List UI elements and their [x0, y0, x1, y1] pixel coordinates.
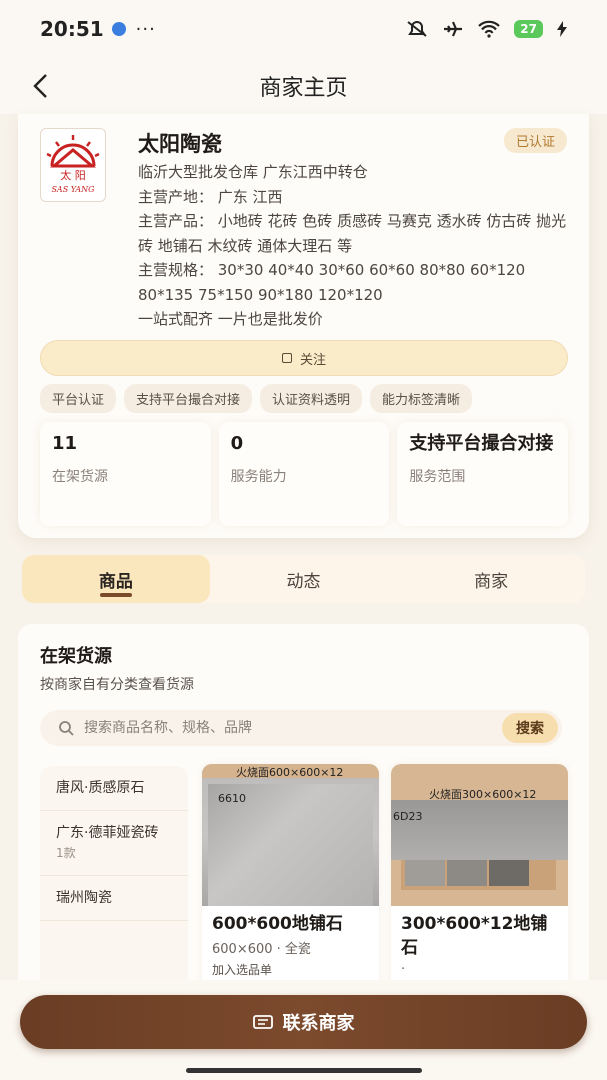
stat-label: 在架货源 — [52, 469, 108, 485]
section-subtitle: 按商家自有分类查看货源 — [40, 677, 194, 693]
merchant-stats: 11 在架货源 0 服务能力 支持平台撮合对接 服务范围 — [40, 422, 569, 526]
product-title: 300*600*12地铺石 — [401, 914, 548, 958]
stat-label: 服务范围 — [409, 469, 466, 485]
contact-label: 联系商家 — [282, 1013, 355, 1034]
stat-listings: 11 在架货源 — [40, 422, 211, 526]
merchant-logo: 太 阳 SAS YANG — [40, 128, 106, 202]
category-count: 1款 — [56, 846, 76, 860]
category-name: 瑞州陶瓷 — [56, 890, 112, 906]
tab-products[interactable]: 商品 — [22, 555, 210, 603]
silent-mode-icon — [407, 21, 427, 37]
info-line-specs: 主营规格： 30*30 40*40 30*60 60*60 80*80 60*1… — [138, 261, 526, 304]
info-line: 临沂大型批发仓库 广东江西中转仓 — [138, 163, 368, 181]
category-name: 广东·德菲娅瓷砖 — [56, 825, 159, 841]
follow-button[interactable]: 关注 — [40, 340, 568, 376]
contact-card-icon — [252, 1015, 273, 1029]
store-name: 太阳陶瓷 — [138, 132, 222, 156]
info-line-slogan: 一站式配齐 一片也是批发价 — [138, 310, 323, 328]
category-item[interactable]: 唐风·质感原石 — [40, 766, 188, 811]
tab-label: 商家 — [474, 571, 509, 592]
info-line-origin: 主营产地： 广东 江西 — [138, 187, 283, 206]
product-card[interactable]: 火烧面600×600×12 6610 600*600地铺石 600×600 · … — [202, 764, 379, 996]
tab-active-indicator — [99, 593, 132, 597]
info-line-products: 主营产品： 小地砖 花砖 色砖 质感砖 马赛克 透水砖 仿古砖 抛光砖 地铺石 … — [138, 212, 567, 255]
stat-service-capability: 0 服务能力 — [218, 422, 390, 526]
category-item[interactable]: 瑞州陶瓷 — [40, 876, 188, 921]
tab-updates[interactable]: 动态 — [210, 555, 398, 603]
add-to-selection-button[interactable]: 加入选品单 — [202, 959, 379, 980]
tab-merchant[interactable]: 商家 — [397, 555, 585, 603]
merchant-card: 太 阳 SAS YANG 太阳陶瓷 已认证 临沂大型批发仓库 广东江西中转仓 主… — [18, 114, 589, 538]
back-button[interactable] — [20, 66, 60, 106]
search-icon — [59, 721, 74, 736]
tag: 平台认证 — [40, 384, 117, 413]
category-item[interactable]: 广东·德菲娅瓷砖 1款 — [40, 811, 188, 876]
bottom-bar: 联系商家 — [0, 980, 607, 1080]
home-indicator[interactable] — [186, 1068, 422, 1073]
search-box: 搜索 — [40, 710, 562, 746]
content-tabs: 商品 动态 商家 — [22, 555, 585, 603]
product-card[interactable]: 火烧面300×600×12 6D23 300*600*12地铺石 · — [391, 764, 568, 996]
image-code: 6610 — [218, 792, 246, 805]
follow-label: 关注 — [299, 352, 326, 368]
more-notifications-icon: ··· — [135, 18, 156, 40]
battery-icon: 27 — [514, 20, 543, 38]
svg-text:太 阳: 太 阳 — [60, 169, 86, 182]
stat-value: 0 — [230, 433, 244, 454]
status-time: 20:51 — [40, 17, 104, 41]
verified-badge: 已认证 — [503, 128, 567, 153]
search-button[interactable]: 搜索 — [502, 713, 558, 743]
page-title: 商家主页 — [259, 76, 348, 101]
product-title: 600*600地铺石 — [212, 914, 343, 934]
merchant-info: 临沂大型批发仓库 广东江西中转仓 主营产地： 广东 江西 主营产品： 小地砖 花… — [138, 160, 568, 332]
image-caption: 火烧面600×600×12 — [236, 766, 344, 779]
search-input[interactable] — [84, 720, 464, 736]
category-name: 唐风·质感原石 — [56, 780, 145, 796]
product-image: 火烧面600×600×12 6610 — [202, 764, 379, 906]
section-title: 在架货源 — [40, 646, 112, 667]
stat-label: 服务能力 — [230, 469, 287, 485]
airplane-mode-icon — [444, 21, 463, 37]
stat-service-scope: 支持平台撮合对接 服务范围 — [397, 422, 569, 526]
wifi-icon — [478, 20, 501, 38]
sun-logo-icon: 太 阳 SAS YANG — [46, 135, 100, 194]
nav-bar: 商家主页 — [0, 58, 607, 114]
stat-value: 支持平台撮合对接 — [409, 433, 554, 454]
tab-label: 商品 — [98, 571, 133, 592]
image-caption: 火烧面300×600×12 — [429, 788, 537, 801]
charging-icon — [557, 21, 567, 37]
product-spec: 600×600 · 全瓷 — [212, 942, 311, 957]
status-icons: 27 — [406, 20, 567, 38]
product-spec: · — [401, 962, 406, 977]
chevron-left-icon — [33, 74, 47, 98]
tag: 支持平台撮合对接 — [124, 384, 253, 413]
status-bar: 20:51 ··· 27 — [0, 0, 607, 58]
tag: 认证资料透明 — [260, 384, 363, 413]
image-code: 6D23 — [393, 810, 423, 823]
capability-tags: 平台认证 支持平台撮合对接 认证资料透明 能力标签清晰 — [40, 384, 473, 413]
bookmark-icon — [281, 353, 292, 363]
stat-value: 11 — [52, 433, 78, 454]
product-image: 火烧面300×600×12 6D23 — [391, 764, 568, 906]
tag: 能力标签清晰 — [370, 384, 473, 413]
category-list: 唐风·质感原石 广东·德菲娅瓷砖 1款 瑞州陶瓷 — [40, 766, 188, 996]
notification-dot-icon — [111, 22, 126, 36]
contact-merchant-button[interactable]: 联系商家 — [20, 995, 587, 1049]
svg-text:SAS YANG: SAS YANG — [51, 185, 95, 194]
tab-label: 动态 — [286, 571, 321, 592]
